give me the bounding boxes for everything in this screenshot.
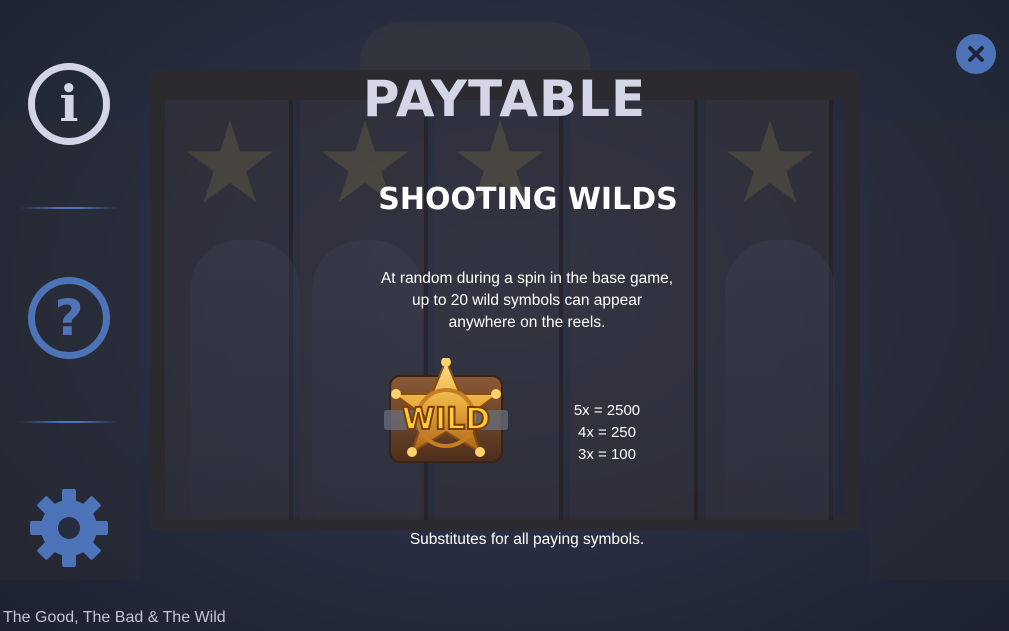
- background-character: [190, 240, 300, 520]
- payout-row: 4x = 250: [578, 424, 636, 441]
- section-description: At random during a spin in the base game…: [340, 268, 714, 334]
- sidebar-divider: [20, 421, 118, 423]
- settings-button[interactable]: [28, 487, 110, 569]
- payout-row: 3x = 100: [578, 446, 636, 463]
- description-line: At random during a spin in the base game…: [380, 270, 674, 287]
- game-name: The Good, The Bad & The Wild: [3, 609, 226, 626]
- description-line: up to 20 wild symbols can appear: [411, 292, 643, 309]
- description-line: anywhere on the reels.: [448, 314, 606, 331]
- payout-list: 5x = 2500 4x = 250 3x = 100: [560, 400, 654, 466]
- section-title: SHOOTING WILDS: [378, 182, 678, 217]
- help-button[interactable]: ?: [28, 277, 110, 359]
- gear-icon: [30, 489, 108, 567]
- substitutes-note: Substitutes for all paying symbols.: [409, 531, 645, 548]
- background-character: [725, 240, 835, 520]
- page-title: PAYTABLE: [362, 70, 647, 128]
- sheriff-star-wild-icon: WILD: [384, 358, 508, 463]
- payout-row: 5x = 2500: [573, 402, 641, 419]
- help-icon: ?: [54, 289, 84, 347]
- wild-symbol-label: WILD: [402, 402, 490, 437]
- close-button[interactable]: [956, 34, 996, 74]
- close-icon: [968, 46, 984, 62]
